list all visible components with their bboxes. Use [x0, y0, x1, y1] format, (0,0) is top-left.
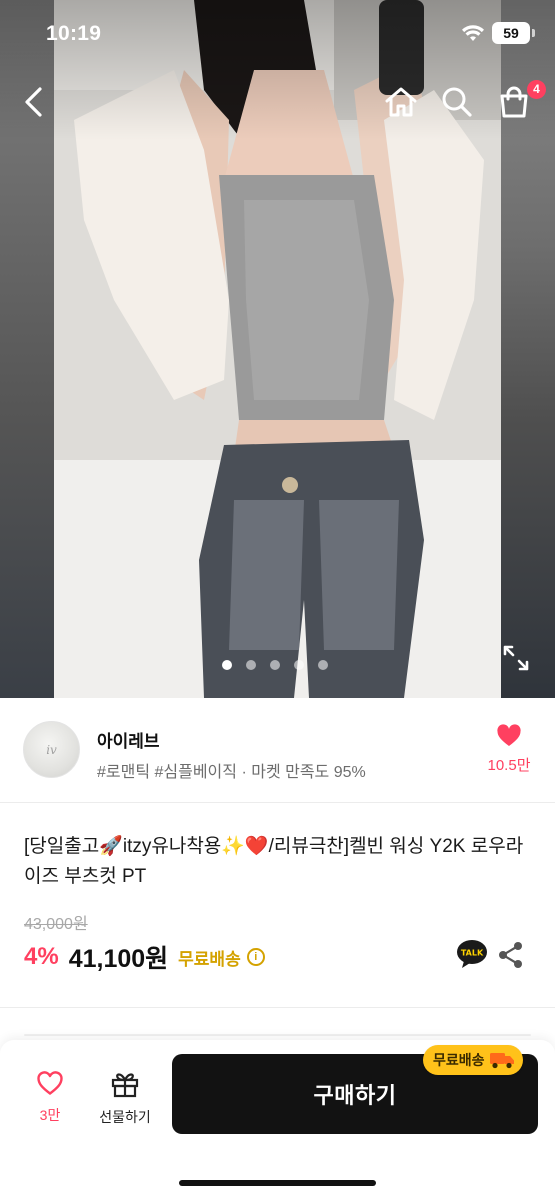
bottom-action-bar: 3만 선물하기 구매하기 무료배송 — [0, 1040, 555, 1200]
talk-button[interactable]: TALK — [456, 939, 488, 969]
shop-avatar[interactable]: iv — [23, 721, 80, 778]
back-button[interactable] — [14, 82, 54, 122]
truck-icon — [489, 1053, 514, 1069]
shop-info-row[interactable]: iv 아이레브 #로맨틱 #심플베이직 · 마켓 만족도 95% 10.5만 — [0, 698, 555, 803]
battery-indicator: 59 — [492, 22, 530, 44]
carousel-dot[interactable] — [294, 660, 304, 670]
buy-button-label: 구매하기 — [313, 1083, 397, 1108]
search-button[interactable] — [437, 82, 477, 122]
svg-text:TALK: TALK — [461, 949, 484, 958]
battery-level: 59 — [503, 25, 519, 41]
gift-button[interactable]: 선물하기 — [93, 1070, 157, 1127]
expand-icon — [503, 645, 529, 671]
expand-image-button[interactable] — [502, 644, 530, 672]
home-button[interactable] — [381, 82, 421, 122]
free-shipping-badge-label: 무료배송 — [433, 1052, 485, 1068]
shop-like-count: 10.5만 — [487, 757, 531, 774]
status-time: 10:19 — [46, 22, 102, 45]
product-title: [당일출고🚀itzy유나착용✨❤️/리뷰극찬]켈빈 워싱 Y2K 로우라이즈 부… — [24, 836, 524, 887]
status-bar: 10:19 59 — [0, 0, 555, 70]
home-indicator — [179, 1180, 376, 1186]
heart-outline-icon — [37, 1071, 63, 1095]
wishlist-button[interactable]: 3만 — [18, 1070, 82, 1125]
home-icon — [385, 87, 417, 117]
shopping-bag-icon — [500, 86, 528, 118]
heart-icon — [497, 724, 521, 746]
chevron-left-icon — [25, 87, 42, 117]
free-shipping-label: 무료배송 — [178, 949, 241, 969]
shop-like-button[interactable] — [486, 724, 532, 753]
carousel-dot[interactable] — [246, 660, 256, 670]
share-button[interactable] — [498, 941, 524, 969]
carousel-dots — [222, 660, 328, 670]
info-icon[interactable]: i — [246, 948, 265, 966]
top-navigation — [0, 76, 555, 128]
shop-name[interactable]: 아이레브 — [97, 727, 160, 752]
shop-tags: #로맨틱 #심플베이직 · 마켓 만족도 95% — [97, 764, 366, 781]
share-icon — [499, 942, 522, 968]
price-row: 4% 41,100원 무료배송 i — [24, 940, 265, 974]
search-icon — [442, 87, 472, 117]
cart-count-badge: 4 — [527, 80, 546, 99]
section-peek-line — [24, 1034, 531, 1036]
wifi-icon — [461, 24, 485, 47]
carousel-dot[interactable] — [270, 660, 280, 670]
carousel-dot[interactable] — [222, 660, 232, 670]
talk-icon: TALK — [457, 940, 487, 968]
section-divider — [0, 1007, 555, 1008]
free-shipping-badge: 무료배송 — [423, 1045, 523, 1075]
original-price: 43,000원 — [24, 916, 88, 933]
battery-tip — [532, 29, 535, 37]
carousel-dot[interactable] — [318, 660, 328, 670]
discount-rate: 4% — [24, 943, 59, 970]
shop-avatar-logo: iv — [46, 742, 57, 757]
gift-label: 선물하기 — [99, 1109, 151, 1125]
sale-price: 41,100원 — [68, 945, 169, 973]
wishlist-count: 3만 — [39, 1107, 61, 1123]
gift-icon — [111, 1073, 139, 1098]
